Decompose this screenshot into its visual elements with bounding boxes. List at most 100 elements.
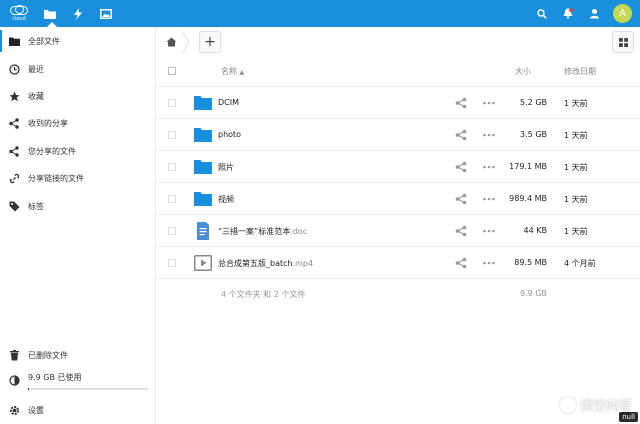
file-modified: 1 天前 [564,227,588,236]
sidebar-item-settings[interactable]: 设置 [0,399,155,421]
breadcrumb-home[interactable] [163,34,179,50]
folder-icon [194,96,212,110]
table-row[interactable]: 总合成第五版_batch.mp4 89.5 MB 4 个月前 [157,246,640,278]
app-activity-button[interactable] [64,0,92,27]
row-checkbox[interactable] [168,163,176,171]
gear-icon [9,405,19,415]
new-file-button[interactable]: + [199,31,221,53]
contacts-icon [589,9,599,19]
user-avatar[interactable]: A [613,4,632,23]
settings-label: 设置 [28,405,44,415]
sidebar-item-deleted-files[interactable]: 已删除文件 [0,344,155,366]
file-name[interactable]: “三措一案”标准范本.doc [218,226,307,237]
share-icon [9,145,19,157]
gallery-icon [100,8,112,19]
tag-icon [9,201,19,211]
logo-text: cloud [12,15,26,22]
more-options-icon[interactable] [482,225,496,237]
folder-icon [194,192,212,206]
notifications-icon [563,8,573,19]
file-name[interactable]: 总合成第五版_batch.mp4 [218,258,313,269]
file-modified: 1 天前 [564,131,588,140]
share-icon[interactable] [455,193,467,205]
select-all-checkbox[interactable] [168,67,176,75]
sidebar-item-label: 最近 [28,64,44,74]
watermark-logo-icon [559,396,576,413]
home-icon [166,37,176,47]
share-icon[interactable] [455,161,467,173]
row-checkbox[interactable] [168,195,176,203]
more-options-icon[interactable] [482,97,496,109]
grid-icon [618,37,628,47]
link-icon [9,173,19,183]
file-modified: 1 天前 [564,195,588,204]
file-size: 179.1 MB [509,162,547,171]
column-modified-header[interactable]: 修改日期 [564,66,596,77]
share-icon[interactable] [455,129,467,141]
row-checkbox[interactable] [168,227,176,235]
app-files-button[interactable] [36,0,64,27]
file-name[interactable]: 视频 [218,194,234,205]
sidebar-item-tags[interactable]: 标签 [0,195,155,217]
table-row[interactable]: “三措一案”标准范本.doc 44 KB 1 天前 [157,214,640,246]
sidebar-item-shared-by-you[interactable]: 您分享的文件 [0,140,155,162]
folder-icon [194,160,212,174]
file-modified: 1 天前 [564,99,588,108]
more-options-icon[interactable] [482,129,496,141]
more-options-icon[interactable] [482,257,496,269]
column-name-header[interactable]: 名称 ▲ [221,66,244,77]
share-icon[interactable] [455,97,467,109]
sidebar-item-favorites[interactable]: 收藏 [0,85,155,107]
pie-chart-icon [8,374,20,386]
column-size-header[interactable]: 大小 [515,66,531,77]
share-icon[interactable] [455,257,467,269]
sidebar-item-all-files[interactable]: 全部文件 [0,30,155,52]
more-options-icon[interactable] [482,193,496,205]
file-list-summary: 4 个文件夹 和 2 个文件 9.9 GB [157,278,640,308]
row-checkbox[interactable] [168,259,176,267]
sidebar: 全部文件 最近 收藏 收到的分享 您分享的文件 分享链接的文件 标签 已删除文件… [0,27,156,424]
file-size: 989.4 MB [509,194,547,203]
row-checkbox[interactable] [168,131,176,139]
summary-size: 9.9 GB [520,289,547,298]
more-options-icon[interactable] [482,161,496,173]
files-controls: + [157,27,640,57]
table-row[interactable]: 视频 989.4 MB 1 天前 [157,182,640,214]
deleted-files-label: 已删除文件 [28,350,68,360]
sidebar-item-label: 您分享的文件 [28,146,76,156]
grid-view-button[interactable] [612,31,634,53]
file-size: 89.5 MB [514,258,547,267]
file-name[interactable]: photo [218,130,241,139]
breadcrumb-separator [181,31,190,53]
sidebar-item-label: 收藏 [28,91,44,101]
contacts-button[interactable] [581,0,607,27]
row-checkbox[interactable] [168,99,176,107]
file-name[interactable]: 照片 [218,162,234,173]
table-header: 名称 ▲ 大小 修改日期 [157,57,640,85]
search-icon [537,8,547,19]
notifications-button[interactable] [555,0,581,27]
document-icon [197,222,209,240]
null-tag: null [619,412,638,422]
file-size: 3.5 GB [520,130,547,139]
nextcloud-logo[interactable]: cloud [2,0,36,27]
file-modified: 4 个月前 [564,259,596,268]
video-file-icon [194,255,212,271]
table-row[interactable]: 照片 179.1 MB 1 天前 [157,150,640,182]
activity-icon [74,7,82,20]
app-gallery-button[interactable] [92,0,120,27]
file-name[interactable]: DCIM [218,98,239,107]
search-button[interactable] [529,0,555,27]
table-row[interactable]: DCIM 5.2 GB 1 天前 [157,86,640,118]
sidebar-item-shared-with-you[interactable]: 收到的分享 [0,112,155,134]
table-row[interactable]: photo 3.5 GB 1 天前 [157,118,640,150]
sidebar-item-recent[interactable]: 最近 [0,58,155,80]
share-icon[interactable] [455,225,467,237]
share-icon [9,117,19,129]
quota-progress-bar [28,388,148,390]
quota-label: 9.9 GB 已使用 [28,372,82,382]
folder-icon [8,37,20,46]
file-size: 44 KB [523,226,547,235]
sidebar-item-shared-by-link[interactable]: 分享链接的文件 [0,167,155,189]
trash-icon [9,349,19,360]
